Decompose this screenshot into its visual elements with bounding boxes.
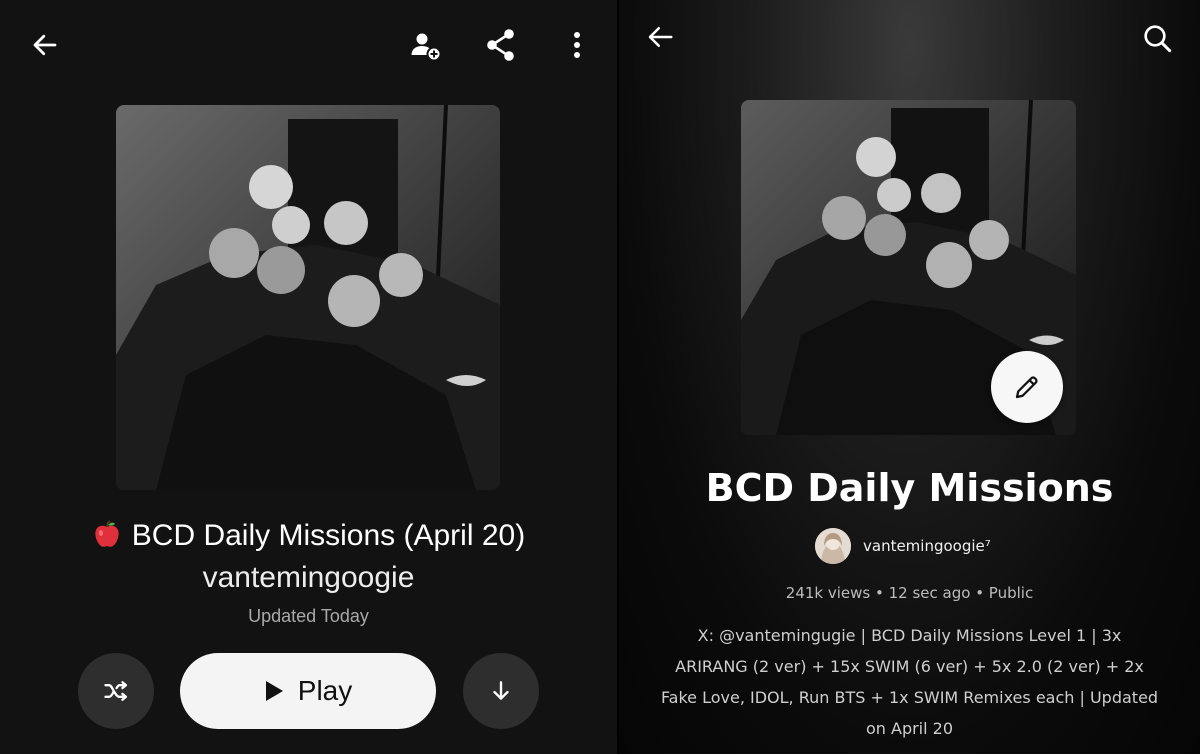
back-button[interactable] (641, 20, 679, 54)
red-apple-icon (95, 520, 119, 547)
arrow-left-icon (33, 34, 57, 56)
download-button[interactable] (463, 653, 539, 729)
playlist-title: BCD Daily Missions (April 20) (0, 516, 617, 556)
playlist-author[interactable]: vantemingoogie (0, 558, 617, 598)
playlist-title-text: BCD Daily Missions (April 20) (131, 519, 526, 552)
pencil-icon (1015, 376, 1038, 399)
playlist-owner[interactable]: vantemingoogie⁷ (815, 528, 991, 564)
play-icon (265, 681, 283, 701)
back-button[interactable] (26, 28, 64, 62)
playlist-description[interactable]: X: @vantemingugie | BCD Daily Missions L… (659, 620, 1160, 744)
search-icon (1144, 25, 1172, 53)
playlist-title: BCD Daily Missions (705, 466, 1114, 510)
share-icon (487, 29, 514, 61)
add-collaborator-button[interactable] (406, 28, 446, 64)
avatar (815, 528, 851, 564)
arrow-left-icon (648, 27, 673, 47)
download-arrow-icon (493, 681, 509, 700)
more-options-button[interactable] (562, 28, 592, 62)
search-button[interactable] (1137, 20, 1177, 56)
play-button-label: Play (297, 675, 353, 706)
shuffle-button[interactable] (78, 653, 154, 729)
playlist-screen-left: BCD Daily Missions (April 20) vantemingo… (0, 0, 617, 754)
share-button[interactable] (482, 26, 520, 64)
playlist-stats: 241k views • 12 sec ago • Public (785, 584, 1034, 602)
playlist-screen-right: BCD Daily Missions vantemingoogie⁷ 241k … (619, 0, 1200, 754)
playlist-updated-label: Updated Today (248, 606, 369, 626)
owner-username: vantemingoogie⁷ (863, 537, 991, 555)
add-collaborator-icon (411, 33, 442, 62)
more-vertical-icon (574, 32, 580, 58)
edit-playlist-button[interactable] (991, 351, 1063, 423)
play-button[interactable]: Play (180, 653, 436, 729)
shuffle-icon (104, 681, 128, 701)
playlist-cover-image (116, 105, 500, 490)
